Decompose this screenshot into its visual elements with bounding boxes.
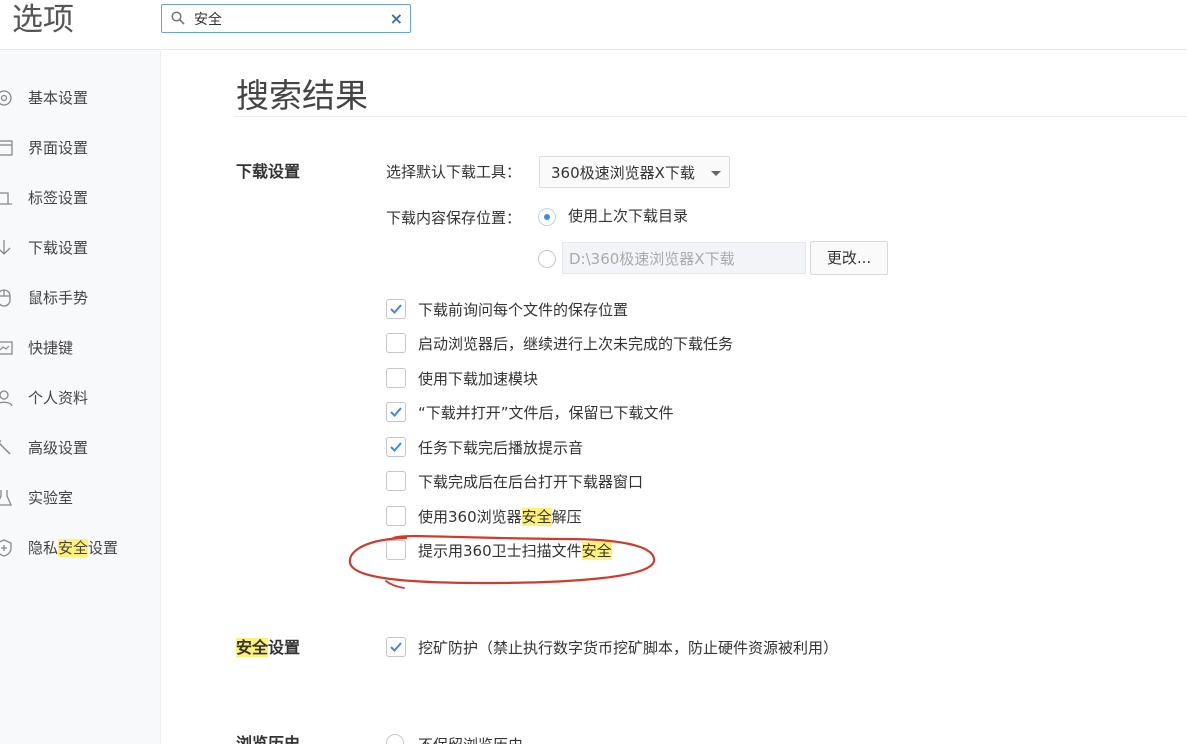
download-tool-value: 360极速浏览器X下载 xyxy=(551,164,695,182)
search-box[interactable]: × xyxy=(161,4,411,33)
sidebar-item-interface[interactable]: 界面设置 xyxy=(0,130,160,166)
checkbox-accelerate[interactable] xyxy=(386,368,406,388)
option-label: 使用360浏览器安全解压 xyxy=(418,508,582,526)
app-title: 选项 xyxy=(12,2,74,38)
sidebar-item-advanced[interactable]: 高级设置 xyxy=(0,430,160,466)
option-label: 下载前询问每个文件的保存位置 xyxy=(418,301,629,319)
checkbox-play-sound[interactable] xyxy=(386,437,406,457)
search-highlight: 安全 xyxy=(58,539,89,557)
sidebar-item-download[interactable]: 下载设置 xyxy=(0,230,160,266)
sidebar-item-privacy-security[interactable]: 隐私安全设置 xyxy=(0,530,160,566)
checkbox-keep-opened-files[interactable] xyxy=(386,402,406,422)
download-icon xyxy=(0,240,11,255)
radio-last-dir-label: 使用上次下载目录 xyxy=(568,207,689,225)
sidebar-item-label: 标签设置 xyxy=(28,189,89,207)
keyboard-icon xyxy=(0,341,13,355)
checkbox-ask-location[interactable] xyxy=(386,299,406,319)
search-input[interactable] xyxy=(194,5,384,32)
checkmark-icon xyxy=(390,407,402,417)
change-path-button[interactable]: 更改... xyxy=(810,241,888,275)
option-label: “下载并打开”文件后，保留已下载文件 xyxy=(418,404,674,422)
sidebar-item-label: 个人资料 xyxy=(28,389,89,407)
option-label: 下载完成后在后台打开下载器窗口 xyxy=(418,473,644,491)
search-highlight: 安全 xyxy=(236,638,269,657)
sidebar-item-label: 实验室 xyxy=(28,489,74,507)
radio-no-history[interactable] xyxy=(386,734,404,744)
search-highlight: 安全 xyxy=(521,508,552,526)
window-icon xyxy=(0,140,13,156)
section-title-security: 安全设置 xyxy=(236,638,301,657)
section-title-download: 下载设置 xyxy=(236,162,301,181)
save-location-label: 下载内容保存位置： xyxy=(386,209,522,227)
checkbox-scan-files[interactable] xyxy=(386,540,406,560)
tab-icon xyxy=(0,192,12,205)
sidebar-item-shortcuts[interactable]: 快捷键 xyxy=(0,330,160,366)
sidebar-item-label: 隐私安全设置 xyxy=(28,539,119,557)
sidebar-item-label: 鼠标手势 xyxy=(28,289,89,307)
download-tool-select[interactable]: 360极速浏览器X下载 xyxy=(539,156,730,188)
sidebar-item-tabs[interactable]: 标签设置 xyxy=(0,180,160,216)
sidebar-item-lab[interactable]: 实验室 xyxy=(0,480,160,516)
title-divider xyxy=(234,116,1187,117)
checkmark-icon xyxy=(390,442,402,452)
sidebar-item-label: 下载设置 xyxy=(28,239,89,257)
sidebar-item-mouse-gestures[interactable]: 鼠标手势 xyxy=(0,280,160,316)
option-label: 挖矿防护（禁止执行数字货币挖矿脚本，防止硬件资源被利用） xyxy=(418,639,839,657)
mouse-icon xyxy=(0,289,11,307)
flask-icon xyxy=(0,490,13,506)
sidebar-item-label: 基本设置 xyxy=(28,89,89,107)
option-label: 使用下载加速模块 xyxy=(418,370,539,388)
sidebar-item-label: 界面设置 xyxy=(28,139,89,157)
sidebar: 基本设置 界面设置 标签设置 下载设置 鼠标手势 快捷键 个人资料 高级设置 实… xyxy=(0,51,161,744)
checkbox-background-window[interactable] xyxy=(386,471,406,491)
download-path-field xyxy=(562,242,806,274)
checkbox-resume-downloads[interactable] xyxy=(386,333,406,353)
section-title-history: 浏览历史 xyxy=(236,734,301,744)
checkbox-safe-unzip[interactable] xyxy=(386,506,406,526)
radio-last-dir[interactable] xyxy=(538,208,556,226)
page-title: 搜索结果 xyxy=(236,76,368,115)
sidebar-item-label: 高级设置 xyxy=(28,439,89,457)
wrench-icon xyxy=(0,440,11,455)
checkbox-mining-protection[interactable] xyxy=(386,637,406,657)
clear-search-button[interactable]: × xyxy=(390,9,403,29)
shield-icon xyxy=(0,539,12,557)
sidebar-item-profile[interactable]: 个人资料 xyxy=(0,380,160,416)
user-icon xyxy=(0,390,13,407)
download-tool-label: 选择默认下载工具： xyxy=(386,163,522,181)
checkmark-icon xyxy=(390,642,402,652)
option-label: 提示用360卫士扫描文件安全 xyxy=(418,542,612,560)
sidebar-item-label: 快捷键 xyxy=(28,339,74,357)
chevron-down-icon xyxy=(711,171,721,176)
top-bar: 选项 × xyxy=(0,0,1187,50)
search-highlight: 安全 xyxy=(581,542,612,560)
main-panel: 搜索结果 下载设置 选择默认下载工具： 360极速浏览器X下载 下载内容保存位置… xyxy=(161,51,1187,744)
option-label: 启动浏览器后，继续进行上次未完成的下载任务 xyxy=(418,335,734,353)
sidebar-item-basic[interactable]: 基本设置 xyxy=(0,80,160,116)
checkmark-icon xyxy=(390,304,402,314)
gear-icon xyxy=(0,90,12,106)
option-label: 任务下载完后播放提示音 xyxy=(418,439,584,457)
option-label: 不保留浏览历史 xyxy=(418,735,523,744)
search-icon xyxy=(171,11,185,25)
radio-custom-dir[interactable] xyxy=(538,250,556,268)
